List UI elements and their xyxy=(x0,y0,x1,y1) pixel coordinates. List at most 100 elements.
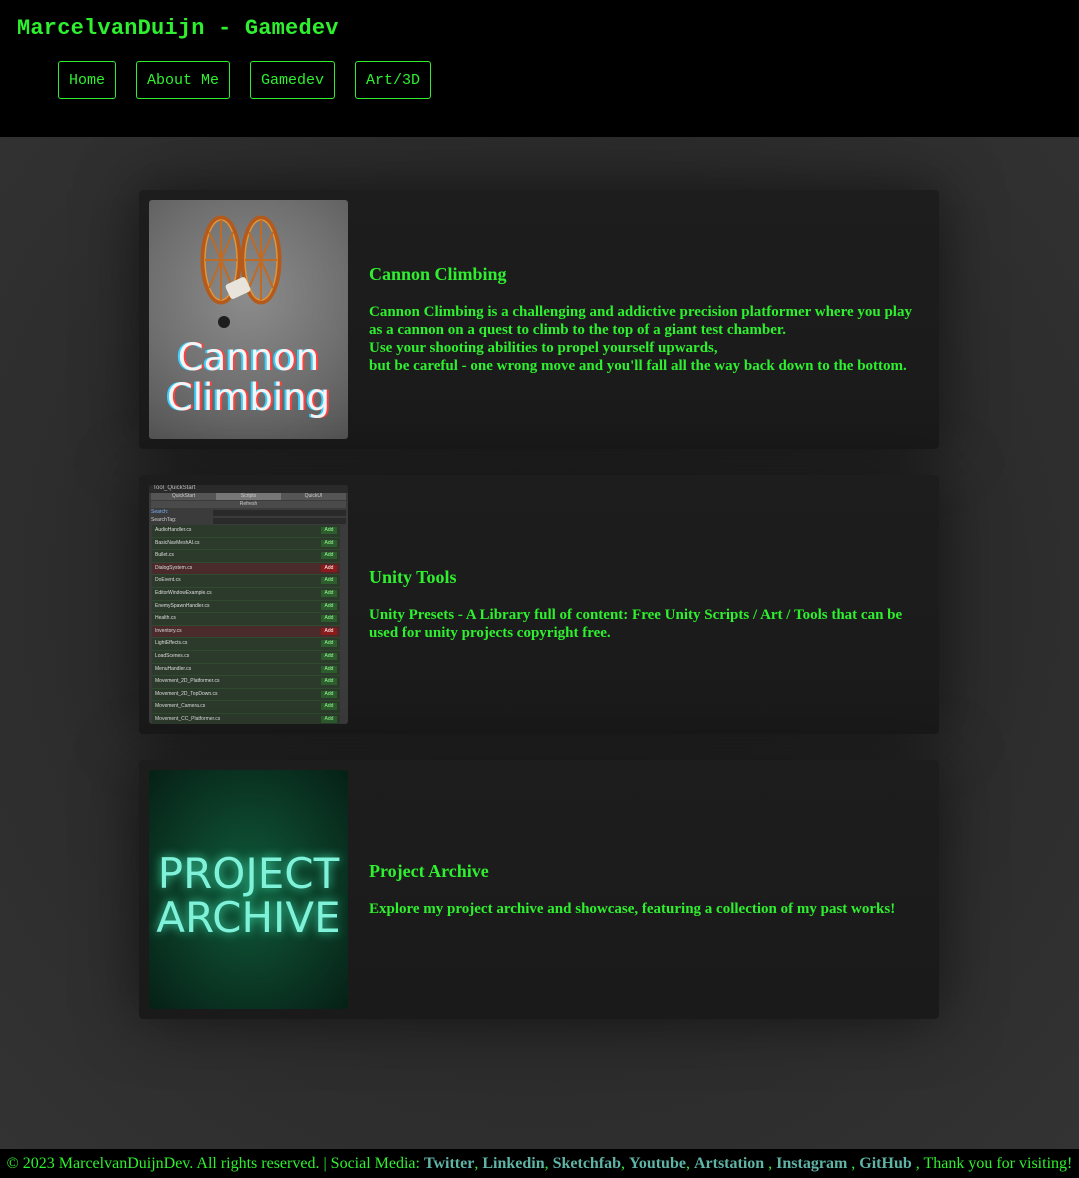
unity-tools-thumbnail[interactable]: Tool_QuickStart QuickStart Scripts Quick… xyxy=(149,485,348,724)
tools-add-button: Add xyxy=(321,640,337,648)
footer-link-artstation[interactable]: Artstation xyxy=(694,1155,764,1172)
tools-script-row: AudioHandler.cs Add xyxy=(152,525,340,538)
project-title[interactable]: Project Archive xyxy=(369,861,919,882)
tools-script-name: Bullet.cs xyxy=(155,552,174,559)
tools-window-title: Tool_QuickStart xyxy=(149,485,348,493)
tools-script-name: BasicNavMeshAI.cs xyxy=(155,539,200,546)
tools-search-label: Search: xyxy=(151,509,346,517)
tools-script-name: Movement_CC_Platformer.cs xyxy=(155,715,221,722)
tools-add-button: Add xyxy=(321,564,337,572)
footer-copyright: © 2023 MarcelvanDuijnDev. All rights res… xyxy=(6,1155,424,1172)
description-line: Cannon Climbing is a challenging and add… xyxy=(369,304,912,338)
project-text: Unity Tools Unity Presets - A Library fu… xyxy=(369,475,919,734)
nav-art3d-button[interactable]: Art/3D xyxy=(355,61,432,99)
main-content: Cannon Climbing Cannon Climbing Cannon C… xyxy=(0,137,1079,1149)
tools-script-name: LoadScenes.cs xyxy=(155,652,190,659)
tools-tabs: QuickStart Scripts QuickUI xyxy=(151,493,346,500)
tools-script-name: AudioHandler.cs xyxy=(155,527,192,533)
tools-script-row: EnemySpawnHandler.cs Add xyxy=(152,600,340,614)
tools-script-name: LightEffects.cs xyxy=(155,640,188,647)
tools-refresh: Refresh xyxy=(151,501,346,508)
tools-tab: QuickUI xyxy=(304,493,323,499)
tools-add-button: Add xyxy=(321,690,337,698)
tools-tab: Scripts xyxy=(216,493,281,500)
project-card-unity-tools[interactable]: Tool_QuickStart QuickStart Scripts Quick… xyxy=(139,475,939,734)
tools-add-button: Add xyxy=(321,715,337,723)
footer-link-youtube[interactable]: Youtube xyxy=(629,1155,686,1172)
tools-add-button: Add xyxy=(321,665,337,673)
tools-script-row: MenuHandler.cs Add xyxy=(152,663,340,677)
footer-link-sketchfab[interactable]: Sketchfab xyxy=(553,1155,621,1172)
tools-script-row: Health.cs Add xyxy=(152,613,340,626)
tools-script-row: DoEvent.cs Add xyxy=(152,575,340,588)
tools-add-button: Add xyxy=(321,527,337,534)
tools-script-row: EditorWindowExample.cs Add xyxy=(152,587,340,601)
footer-separator: , xyxy=(544,1155,553,1172)
archive-caption-line-1: PROJECT xyxy=(157,849,340,898)
description-line: but be careful - one wrong move and you'… xyxy=(369,358,907,374)
tools-script-row: Bullet.cs Add xyxy=(152,550,340,563)
project-text: Project Archive Explore my project archi… xyxy=(369,760,919,1019)
tools-add-button: Add xyxy=(321,703,337,711)
footer-link-github[interactable]: GitHub xyxy=(859,1155,911,1172)
footer-link-twitter[interactable]: Twitter xyxy=(424,1155,474,1172)
footer-link-linkedin[interactable]: Linkedin xyxy=(482,1155,544,1172)
site-footer: © 2023 MarcelvanDuijnDev. All rights res… xyxy=(0,1149,1079,1178)
tools-searchtag-label: SearchTag: xyxy=(151,517,346,525)
tools-script-name: Movement_2D_TopDown.cs xyxy=(155,690,218,697)
project-card-project-archive[interactable]: PROJECT ARCHIVE Project Archive Explore … xyxy=(139,760,939,1019)
project-description: Cannon Climbing is a challenging and add… xyxy=(369,303,919,375)
footer-thanks: Thank you for visiting! xyxy=(923,1155,1073,1172)
tools-script-name: EditorWindowExample.cs xyxy=(155,589,212,596)
tools-script-row: Movement_2D_Platformer.cs Add xyxy=(152,676,340,689)
tools-script-name: Movement_Camera.cs xyxy=(155,703,206,710)
cannon-caption-line-2: Climbing xyxy=(166,376,331,419)
project-card-cannon-climbing[interactable]: Cannon Climbing Cannon Climbing Cannon C… xyxy=(139,190,939,449)
footer-separator: , xyxy=(764,1155,777,1172)
tools-script-row: LightEffects.cs Add xyxy=(152,638,340,651)
nav-home-button[interactable]: Home xyxy=(58,61,117,99)
archive-caption-line-2: ARCHIVE xyxy=(156,893,341,942)
tools-add-button: Add xyxy=(321,589,337,597)
cannon-climbing-thumbnail[interactable]: Cannon Climbing xyxy=(149,200,348,439)
tools-tab: QuickStart xyxy=(171,493,196,499)
footer-link-instagram[interactable]: Instagram xyxy=(776,1155,847,1172)
nav-about-button[interactable]: About Me xyxy=(136,61,231,99)
tools-add-button: Add xyxy=(321,577,337,585)
tools-script-row: DialogSystem.cs Add xyxy=(152,562,340,576)
project-description: Unity Presets - A Library full of conten… xyxy=(369,607,903,641)
tools-add-button: Add xyxy=(321,552,337,560)
tools-script-row: Movement_2D_TopDown.cs Add xyxy=(152,688,340,702)
cannon-caption-line-1: Cannon xyxy=(177,336,320,379)
tools-script-row: Movement_CC_Platformer.cs Add xyxy=(152,713,340,724)
tools-add-button: Add xyxy=(321,615,337,623)
tools-script-row: LoadScenes.cs Add xyxy=(152,650,340,664)
nav-gamedev-button[interactable]: Gamedev xyxy=(250,61,336,99)
tools-add-button: Add xyxy=(321,652,337,660)
description-line: Use your shooting abilities to propel yo… xyxy=(369,340,718,356)
tools-script-name: Movement_2D_Platformer.cs xyxy=(155,678,220,685)
tools-script-name: EnemySpawnHandler.cs xyxy=(155,602,210,609)
project-text: Cannon Climbing Cannon Climbing is a cha… xyxy=(369,190,919,449)
tools-add-button: Add xyxy=(321,602,337,610)
tools-script-name: DoEvent.cs xyxy=(155,577,181,584)
main-nav: Home About Me Gamedev Art/3D xyxy=(58,61,432,99)
tools-add-button: Add xyxy=(321,539,337,547)
tools-script-list: AudioHandler.cs Add BasicNavMeshAI.cs Add Bu… xyxy=(149,525,348,724)
tools-script-name: Health.cs xyxy=(155,615,176,622)
tools-script-name: Inventory.cs xyxy=(155,627,182,634)
footer-separator: , xyxy=(847,1155,860,1172)
project-archive-thumbnail[interactable]: PROJECT ARCHIVE xyxy=(149,770,348,1009)
tools-add-button: Add xyxy=(321,627,337,635)
site-title: MarcelvanDuijn - Gamedev xyxy=(17,16,339,41)
tools-add-button: Add xyxy=(321,678,337,686)
project-title[interactable]: Unity Tools xyxy=(369,567,919,588)
footer-separator: , xyxy=(621,1155,630,1172)
tools-script-row: BasicNavMeshAI.cs Add xyxy=(152,537,340,551)
footer-separator: , xyxy=(685,1155,694,1172)
tools-script-name: MenuHandler.cs xyxy=(155,665,192,672)
site-header: MarcelvanDuijn - Gamedev Home About Me G… xyxy=(0,0,1079,137)
tools-script-name: DialogSystem.cs xyxy=(155,564,193,571)
project-description: Explore my project archive and showcase,… xyxy=(369,901,896,917)
project-title[interactable]: Cannon Climbing xyxy=(369,264,919,285)
